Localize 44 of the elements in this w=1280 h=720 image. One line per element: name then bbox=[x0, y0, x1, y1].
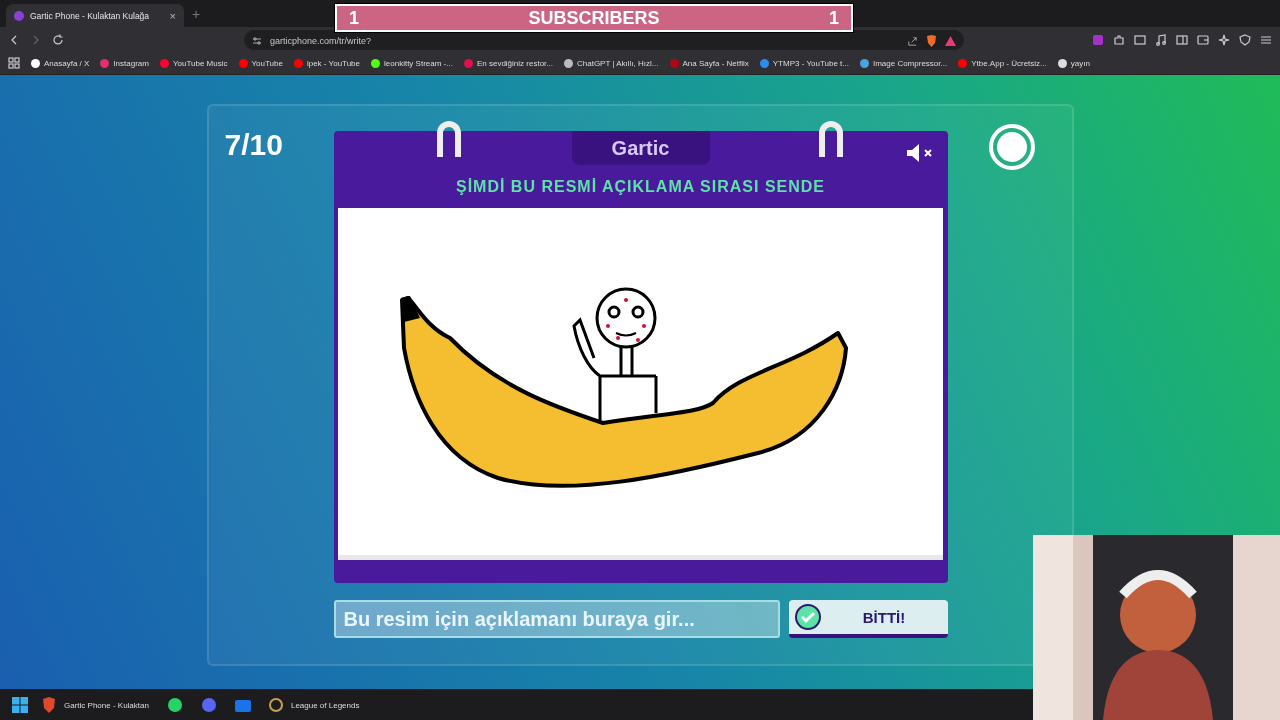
done-button[interactable]: BİTTİ! bbox=[788, 600, 948, 638]
browser-tab[interactable]: Gartic Phone - Kulaktan Kulağa × bbox=[6, 4, 184, 27]
instruction-text: ŞİMDİ BU RESMİ AÇIKLAMA SIRASI SENDE bbox=[455, 178, 826, 196]
bookmark[interactable]: ipek - YouTube bbox=[293, 58, 360, 68]
apps-grid-icon[interactable] bbox=[8, 57, 20, 69]
bookmark[interactable]: Instagram bbox=[100, 58, 149, 68]
counter-label: SUBSCRIBERS bbox=[528, 7, 660, 29]
music-icon[interactable] bbox=[1155, 33, 1167, 46]
lion-shield-icon[interactable] bbox=[926, 35, 937, 47]
bookmark[interactable]: YouTube Music bbox=[159, 58, 228, 68]
start-icon[interactable] bbox=[12, 697, 28, 713]
reload-icon[interactable] bbox=[52, 33, 64, 46]
bookmark[interactable]: leonkitty Stream -... bbox=[371, 58, 453, 68]
bookmark[interactable]: Ytbe.App - Ücretsiz... bbox=[958, 58, 1047, 68]
bookmark[interactable]: En sevdiğiniz restor... bbox=[463, 58, 553, 68]
description-field[interactable]: Bu resim için açıklamanı buraya gir... bbox=[333, 600, 780, 638]
bookmark[interactable]: Ana Sayfa - Netflix bbox=[669, 58, 749, 68]
triangle-icon[interactable] bbox=[945, 36, 956, 46]
muted-speaker-icon[interactable] bbox=[905, 143, 934, 163]
bookmark[interactable]: Image Compressor... bbox=[859, 58, 948, 68]
sparkle-icon[interactable] bbox=[1218, 33, 1230, 46]
check-badge-icon bbox=[794, 604, 821, 630]
menu-icon[interactable] bbox=[1260, 33, 1272, 46]
sidebar-icon[interactable] bbox=[1176, 33, 1188, 46]
game-logo: Gartic bbox=[571, 131, 710, 165]
bookmark[interactable]: YouTube bbox=[238, 58, 283, 68]
close-tab-button[interactable]: × bbox=[169, 9, 176, 22]
round-counter: 7/10 bbox=[223, 127, 284, 163]
counter-value: 1 bbox=[349, 7, 359, 29]
taskbar-app[interactable]: League of Legends bbox=[264, 694, 364, 716]
bookmark[interactable]: yayın bbox=[1057, 58, 1090, 68]
counter-value: 1 bbox=[829, 7, 839, 29]
bookmark[interactable]: Anasayfa / X bbox=[31, 58, 90, 68]
bookmark[interactable]: ChatGPT | Akıllı, Hızl... bbox=[564, 58, 659, 68]
timer-icon bbox=[987, 123, 1036, 171]
extension-icon[interactable] bbox=[1092, 33, 1104, 46]
share-icon[interactable] bbox=[907, 35, 918, 47]
window-icon[interactable] bbox=[1134, 33, 1146, 46]
shield-icon[interactable] bbox=[1239, 33, 1251, 46]
bookmark[interactable]: YTMP3 - YouTube t... bbox=[759, 58, 849, 68]
wallet-icon[interactable] bbox=[1197, 33, 1209, 46]
new-tab-button[interactable]: + bbox=[192, 5, 201, 22]
taskbar-app[interactable]: Gartic Phone - Kulaktan bbox=[38, 694, 153, 716]
sliders-icon bbox=[252, 36, 262, 46]
